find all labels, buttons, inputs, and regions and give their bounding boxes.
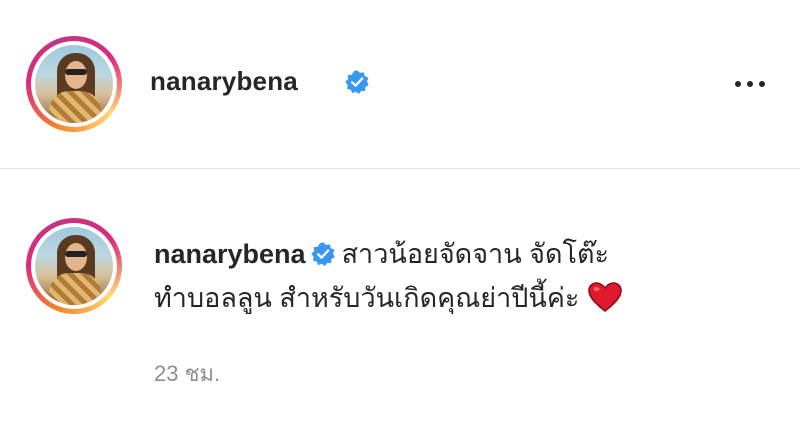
caption-text-line2: ทำบอลลูน สำหรับวันเกิดคุณย่าปีนี้ค่ะ [154, 283, 580, 313]
red-heart-icon [588, 282, 623, 313]
verified-badge-icon [310, 242, 335, 266]
caption-avatar[interactable] [26, 218, 122, 314]
header-username[interactable]: nanarybena [150, 66, 298, 97]
more-horizontal-icon [735, 81, 741, 87]
post-caption: nanarybena สาวน้อยจัดจาน จัดโต๊ะ ทำบอลลู… [154, 232, 754, 320]
more-options-button[interactable] [728, 70, 772, 98]
post-header: nanarybena [0, 0, 800, 168]
verified-badge-icon [345, 70, 369, 94]
divider [0, 168, 800, 169]
post-timestamp[interactable]: 23 ชม. [154, 356, 220, 391]
caption-text-line1: สาวน้อยจัดจาน จัดโต๊ะ [341, 239, 610, 269]
avatar[interactable] [26, 36, 122, 132]
caption-username[interactable]: nanarybena [154, 239, 306, 269]
avatar-photo [35, 45, 113, 123]
avatar-photo [35, 227, 113, 305]
